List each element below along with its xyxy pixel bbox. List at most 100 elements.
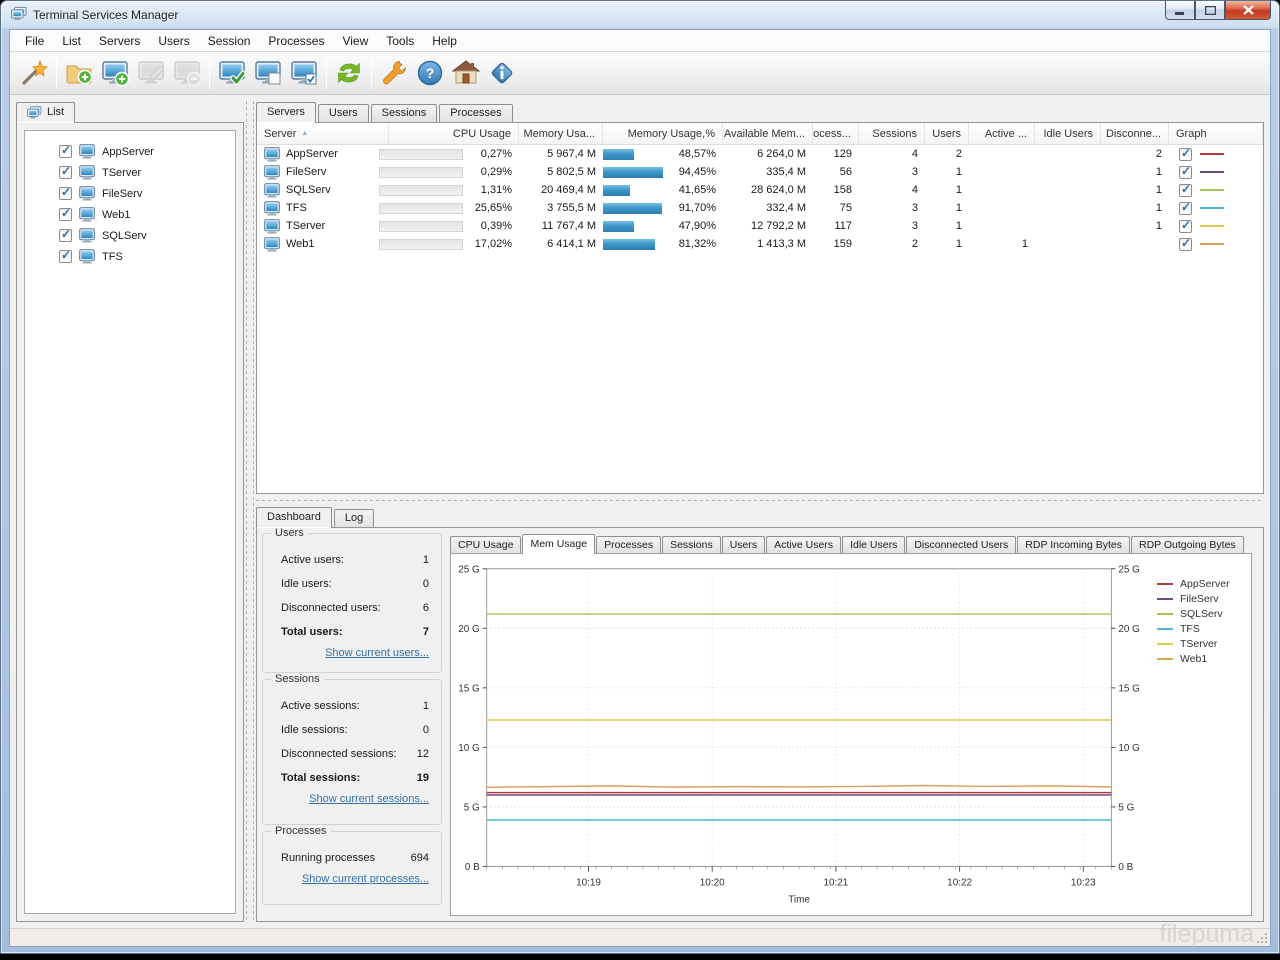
server-row-tserver[interactable]: TServer 0,39% 11 767,4 M 47,90% 12 792,2… [257,217,1263,235]
resize-grip[interactable] [1256,932,1268,944]
chart-tab-rdp-incoming-bytes[interactable]: RDP Incoming Bytes [1017,536,1130,553]
menu-help[interactable]: Help [423,31,466,51]
menu-tools[interactable]: Tools [377,31,423,51]
chart-plot: 10:19 10:20 10:21 10:22 10:23 0 B 0 B 5 G 5 G 10 … [458,564,1140,905]
home-icon[interactable] [448,55,484,91]
chart-tab-disconnected-users[interactable]: Disconnected Users [906,536,1017,553]
menu-servers[interactable]: Servers [90,31,149,51]
minimize-button[interactable] [1165,1,1195,20]
computer-icon [264,164,280,179]
menu-view[interactable]: View [333,31,377,51]
graph-checkbox[interactable] [1179,218,1192,233]
close-button[interactable] [1225,1,1271,20]
chart-tab-idle-users[interactable]: Idle Users [842,536,906,553]
graph-checkbox[interactable] [1179,236,1192,251]
show-current-users-link[interactable]: Show current users... [271,644,433,663]
column-header-sessions[interactable]: Sessions [859,123,925,144]
open-list-icon[interactable] [61,55,97,91]
server-checkbox[interactable] [59,206,72,221]
about-info-icon[interactable] [484,55,520,91]
column-header-users[interactable]: Users [925,123,969,144]
cell-available: 1 413,3 M [757,238,806,250]
table-header[interactable]: Server ▲ CPU Usage Memory Usa... Memory Usag… [257,123,1263,145]
server-checkbox[interactable] [59,164,72,179]
column-header-active[interactable]: Active ... [969,123,1035,144]
show-current-sessions-link[interactable]: Show current sessions... [271,790,433,809]
column-header-process[interactable]: Process... [813,123,859,144]
server-row-appserver[interactable]: AppServer 0,27% 5 967,4 M 48,57% 6 264,0… [257,145,1263,163]
column-header-disconne[interactable]: Disconne... [1101,123,1169,144]
cpu-usage-bar [379,184,463,196]
graph-checkbox[interactable] [1179,146,1192,161]
cell-server: FileServ [286,166,327,178]
column-header-graph[interactable]: Graph [1169,123,1263,144]
computer-icon [79,207,95,222]
chart-tab-users[interactable]: Users [721,536,766,553]
cell-mem-pct: 91,70% [678,202,716,214]
server-row-tfs[interactable]: TFS 25,65% 3 755,5 M 91,70% 332,4 M 75 3… [257,199,1263,217]
wizard-wand-icon[interactable] [16,55,52,91]
memory-usage-bar [603,184,667,196]
server-checkbox[interactable] [59,185,72,200]
column-header-available-mem[interactable]: Available Mem... [723,123,813,144]
server-checkbox[interactable] [59,143,72,158]
graph-checkbox[interactable] [1179,200,1192,215]
disconnect-server-icon[interactable] [250,55,286,91]
server-item-tfs[interactable]: TFS [25,246,235,267]
server-item-sqlserv[interactable]: SQLServ [25,225,235,246]
chart-tab-sessions[interactable]: Sessions [662,536,721,553]
chart-tab-cpu-usage[interactable]: CPU Usage [450,536,522,553]
server-item-web1[interactable]: Web1 [25,204,235,225]
main-tab-users[interactable]: Users [317,104,369,122]
chart-tab-mem-usage[interactable]: Mem Usage [522,534,596,554]
menu-users[interactable]: Users [149,31,198,51]
connect-server-icon[interactable] [214,55,250,91]
menu-file[interactable]: File [16,31,53,51]
column-header-memory-usa[interactable]: Memory Usa... [519,123,603,144]
idle-users: Idle users: 0 [281,578,429,590]
menu-list[interactable]: List [53,31,90,51]
column-header-server[interactable]: Server ▲ [257,123,389,144]
server-item-tserver[interactable]: TServer [25,162,235,183]
svg-text:0 B: 0 B [465,862,480,873]
refresh-icon[interactable] [331,55,367,91]
title-bar[interactable]: Terminal Services Manager [1,1,1279,29]
main-tab-processes[interactable]: Processes [439,104,513,122]
select-sessions-icon[interactable] [286,55,322,91]
bottom-tab-dashboard[interactable]: Dashboard [256,507,332,528]
server-item-appserver[interactable]: AppServer [25,141,235,162]
server-item-fileserv[interactable]: FileServ [25,183,235,204]
menu-session[interactable]: Session [199,31,260,51]
main-tab-servers[interactable]: Servers [256,102,316,123]
graph-checkbox[interactable] [1179,164,1192,179]
column-header-idle-users[interactable]: Idle Users [1035,123,1101,144]
chart-tab-rdp-outgoing-bytes[interactable]: RDP Outgoing Bytes [1130,536,1244,553]
settings-wrench-icon[interactable] [376,55,412,91]
column-header-cpu-usage[interactable]: CPU Usage [389,123,519,144]
cell-processes: 159 [833,238,852,250]
chart-tab-active-users[interactable]: Active Users [766,536,842,553]
chart-tab-processes[interactable]: Processes [596,536,662,553]
window-title: Terminal Services Manager [33,8,179,22]
horizontal-splitter[interactable] [256,494,1264,506]
column-header-memory-usage[interactable]: Memory Usage,% [603,123,723,144]
tab-list[interactable]: List [16,102,76,123]
help-icon[interactable]: ? [412,55,448,91]
bottom-tab-log[interactable]: Log [333,509,375,527]
maximize-button[interactable] [1195,1,1225,20]
server-checkbox[interactable] [59,227,72,242]
show-current-processes-link[interactable]: Show current processes... [271,870,433,889]
server-checkbox[interactable] [59,248,72,263]
server-list-panel: List AppServer TServer FileServ Web1 SQLServ… [16,101,244,922]
server-row-sqlserv[interactable]: SQLServ 1,31% 20 469,4 M 41,65% 28 624,0… [257,181,1263,199]
cell-disconnected: 2 [1155,148,1162,160]
memory-usage-bar [603,238,667,250]
server-listbox[interactable]: AppServer TServer FileServ Web1 SQLServ TFS [24,130,236,914]
graph-checkbox[interactable] [1179,182,1192,197]
main-tab-sessions[interactable]: Sessions [370,104,438,122]
add-server-icon[interactable] [97,55,133,91]
menu-processes[interactable]: Processes [259,31,333,51]
vertical-splitter[interactable] [244,101,256,922]
server-row-fileserv[interactable]: FileServ 0,29% 5 802,5 M 94,45% 335,4 M … [257,163,1263,181]
server-row-web1[interactable]: Web1 17,02% 6 414,1 M 81,32% 1 413,3 M 1… [257,235,1263,253]
